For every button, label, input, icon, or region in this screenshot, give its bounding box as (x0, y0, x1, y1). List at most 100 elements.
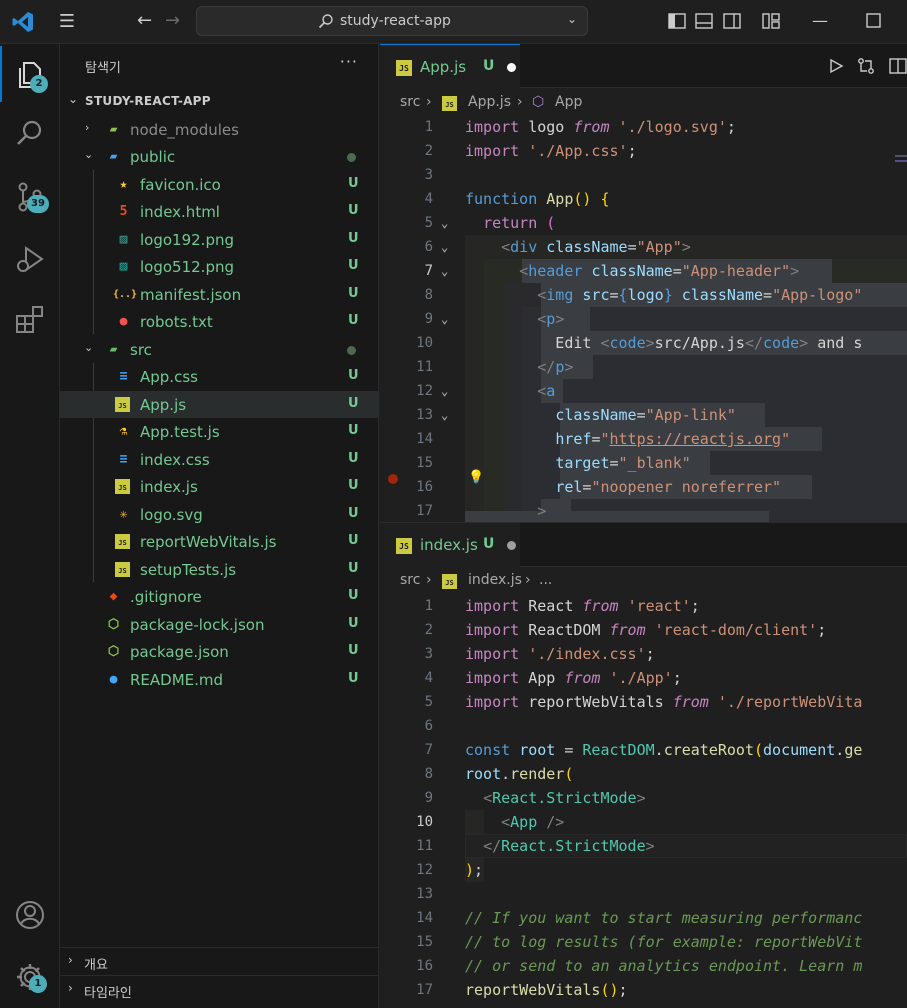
settings-badge: 1 (29, 975, 47, 993)
tree-item-readme[interactable]: ● README.md U (60, 666, 379, 693)
explorer-sidebar: 탐색기 ··· ⌄ STUDY-REACT-APP › ▰ node_modul… (60, 44, 379, 1008)
menu-icon[interactable]: ☰ (56, 12, 78, 32)
fold-chevron-icon: ⌄ (441, 216, 449, 230)
account-icon (16, 901, 44, 929)
tree-item-robots[interactable]: ● robots.txt U (60, 308, 379, 335)
tree-item-logo512[interactable]: ▨ logo512.png U (60, 253, 379, 280)
git-status: U (348, 176, 359, 191)
chevron-down-icon[interactable]: ⌄ (567, 12, 577, 26)
tab-label: App.js (420, 58, 467, 76)
tab-git-status: U (483, 58, 495, 74)
search-icon (17, 120, 42, 145)
tree-item-label: package-lock.json (130, 616, 265, 634)
breadcrumb-file[interactable]: App.js (468, 94, 511, 110)
workspace-root[interactable]: ⌄ STUDY-REACT-APP (60, 88, 379, 114)
git-icon: ◆ (109, 589, 118, 604)
toggle-secondary-sidebar-icon[interactable] (723, 12, 741, 30)
tree-item-index-css[interactable]: ≡ index.css U (60, 446, 379, 473)
tab-bar-2: JS index.js U (380, 523, 907, 567)
tree-item-app-js[interactable]: JS App.js U (60, 391, 379, 418)
git-status: U (348, 231, 359, 246)
git-status: U (348, 368, 359, 383)
breadcrumb-symbol[interactable]: App (555, 94, 582, 110)
minimize-icon[interactable]: — (807, 10, 833, 32)
breadcrumb-symbol[interactable]: ... (539, 572, 552, 588)
modified-dot (347, 153, 356, 162)
image-icon: ▨ (119, 232, 128, 247)
code-editor-1[interactable]: 1 import logo from './logo.svg'; 2 import … (380, 115, 907, 522)
back-arrow-icon[interactable]: ← (137, 11, 157, 31)
tree-item-index-js[interactable]: JS index.js U (60, 473, 379, 500)
tree-item-app-css[interactable]: ≡ App.css U (60, 363, 379, 390)
tab-bar-1: JS App.js U (380, 44, 907, 88)
unsaved-dot[interactable] (507, 541, 516, 550)
customize-layout-icon[interactable] (762, 12, 780, 30)
tree-item-label: App.js (140, 396, 187, 414)
json-icon: {..} (113, 289, 138, 300)
css-icon: ≡ (119, 452, 128, 467)
breadcrumb-folder[interactable]: src (400, 572, 420, 588)
compare-changes-icon[interactable] (857, 57, 875, 75)
tree-item-label: manifest.json (140, 286, 242, 304)
run-debug-activity[interactable] (0, 230, 60, 286)
tree-item-label: src (130, 341, 152, 359)
tree-item-label: robots.txt (140, 313, 213, 331)
code-editor-2[interactable]: 1 import React from 'react'; 2 import Reac… (380, 594, 907, 1008)
tab-index-js[interactable]: JS index.js U (380, 523, 520, 567)
minimap[interactable] (895, 155, 907, 215)
tree-item-logo192[interactable]: ▨ logo192.png U (60, 226, 379, 253)
js-icon: JS (115, 562, 130, 577)
maximize-icon[interactable] (866, 13, 881, 28)
lightbulb-icon[interactable]: 💡 (468, 470, 484, 486)
nodejs-icon: ⬡ (107, 617, 120, 632)
tree-item-package-json[interactable]: ⬡ package.json U (60, 638, 379, 665)
tree-item-report-web-vitals[interactable]: JS reportWebVitals.js U (60, 528, 379, 555)
tree-item-src[interactable]: ⌄ ▰ src (60, 336, 379, 363)
command-center-search[interactable]: study-react-app ⌄ (196, 6, 588, 36)
extensions-activity[interactable] (0, 290, 60, 346)
search-activity[interactable] (0, 104, 60, 160)
accounts-activity[interactable] (0, 886, 60, 942)
tab-app-js[interactable]: JS App.js U (380, 44, 520, 88)
tree-item-label: logo.svg (140, 506, 203, 524)
run-icon[interactable] (828, 58, 844, 74)
breadcrumb-folder[interactable]: src (400, 94, 420, 110)
tree-item-label: index.html (140, 203, 220, 221)
tree-item-app-test-js[interactable]: ⚗ App.test.js U (60, 418, 379, 445)
tree-item-public[interactable]: ⌄ ▰ public (60, 143, 379, 170)
vscode-logo-icon[interactable] (11, 10, 35, 34)
git-status: U (348, 423, 359, 438)
tree-item-gitignore[interactable]: ◆ .gitignore U (60, 583, 379, 610)
split-editor-icon[interactable] (889, 57, 907, 75)
git-status: U (348, 286, 359, 301)
tree-item-package-lock[interactable]: ⬡ package-lock.json U (60, 611, 379, 638)
tree-item-setup-tests[interactable]: JS setupTests.js U (60, 556, 379, 583)
tree-item-node-modules[interactable]: › ▰ node_modules (60, 116, 379, 143)
git-status: U (348, 643, 359, 658)
toggle-primary-sidebar-icon[interactable] (668, 12, 686, 30)
outline-section[interactable]: › 개요 (60, 947, 379, 974)
robot-icon: ● (119, 314, 128, 329)
explorer-activity[interactable]: 2 (0, 46, 60, 102)
breakpoint-icon[interactable] (388, 474, 398, 484)
chevron-down-icon: ⌄ (84, 341, 94, 354)
forward-arrow-icon[interactable]: → (165, 11, 185, 31)
chevron-right-icon: › (85, 121, 90, 134)
tree-item-manifest[interactable]: {..} manifest.json U (60, 281, 379, 308)
toggle-panel-icon[interactable] (695, 12, 713, 30)
js-icon: JS (442, 96, 457, 111)
timeline-section[interactable]: › 타임라인 (60, 975, 379, 1002)
tree-item-logo-svg[interactable]: ✳ logo.svg U (60, 501, 379, 528)
unsaved-dot[interactable] (507, 63, 516, 72)
tree-item-favicon[interactable]: ★ favicon.ico U (60, 171, 379, 198)
tree-item-label: public (130, 148, 176, 166)
tree-item-index-html[interactable]: 5 index.html U (60, 198, 379, 225)
breadcrumb-file[interactable]: index.js (468, 572, 522, 588)
more-actions-icon[interactable]: ··· (340, 52, 358, 71)
folder-public-icon: ▰ (109, 149, 118, 164)
manage-activity[interactable]: 1 (0, 948, 60, 1004)
js-icon: JS (442, 574, 457, 589)
editor-area: JS App.js U src › JS App.js › ⬡ App 1 im… (380, 44, 907, 1008)
source-control-activity[interactable]: 39 (0, 168, 60, 224)
tree-item-label: setupTests.js (140, 561, 237, 579)
